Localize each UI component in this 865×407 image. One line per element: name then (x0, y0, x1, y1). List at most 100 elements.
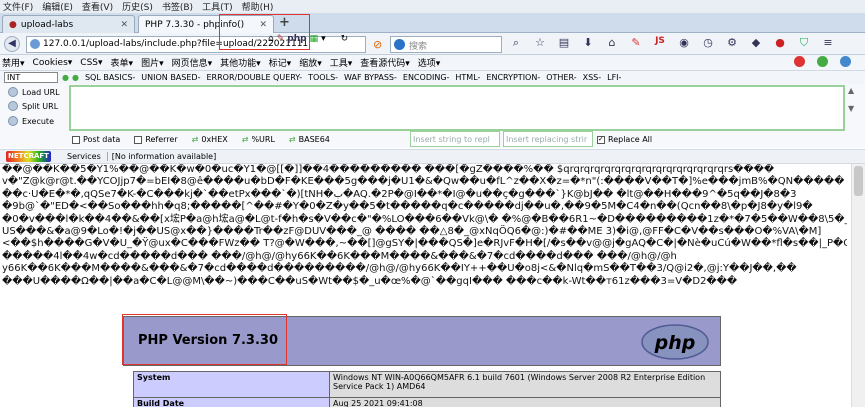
hackbar-menu-item[interactable]: XSS- (583, 73, 602, 82)
hackbar-options-row: Post data Referrer ⇄ 0xHEX ⇄ %URL ⇄ BASE… (72, 133, 344, 146)
table-row: System Windows NT WIN-A0Q66QM5AFR 6.1 bu… (133, 371, 721, 398)
url-encode-button[interactable]: %URL (251, 135, 274, 144)
hackbar-dot2-icon: ● (71, 73, 79, 82)
page-content: ��@��K��5�Y1%��@��K�w�0�uc�Y1�@[[�]]��4�… (0, 164, 865, 407)
hex-button[interactable]: 0xHEX (201, 135, 227, 144)
extension-icon[interactable]: ◉ (675, 36, 693, 50)
webdev-toolbar-item[interactable]: Cookies▾ (33, 58, 73, 68)
split-url-button[interactable]: Split URL (8, 101, 58, 111)
webdev-toolbar-item[interactable]: 工具▾ (330, 56, 353, 69)
hackbar-menu-item[interactable]: TOOLS- (308, 73, 338, 82)
ok-icon[interactable] (817, 56, 828, 67)
error-icon[interactable] (794, 56, 805, 67)
webdev-toolbar-item[interactable]: 网页信息▾ (172, 56, 213, 69)
back-icon[interactable]: ◀ (4, 36, 20, 52)
info-icon[interactable] (840, 56, 851, 67)
hackbar-menu: INT ● ● SQL BASICS- UNION BASED- ERROR/DOU… (0, 71, 865, 84)
stop-icon[interactable]: ⊘ (373, 38, 382, 51)
annotation-box-version (122, 314, 287, 365)
menu-item[interactable]: 书签(B) (162, 0, 193, 13)
services-menu[interactable]: Services (67, 152, 101, 161)
hackbar-menu-item[interactable]: ENCRYPTION- (486, 73, 540, 82)
webdev-toolbar-item[interactable]: 表单▾ (111, 56, 134, 69)
tab-upload-labs[interactable]: ● upload-labs ✕ (2, 15, 135, 33)
webdev-toolbar-item[interactable]: 禁用▾ (2, 56, 25, 69)
webdev-toolbar-item[interactable]: 选项▾ (418, 56, 441, 69)
reload-icon[interactable]: ↻ (341, 34, 349, 44)
execute-button[interactable]: Execute (8, 116, 54, 126)
table-row: Build Date Aug 25 2021 09:41:08 (133, 397, 721, 407)
navigation-bar: ◀ 127.0.0.1/upload-labs/include.php?file… (0, 33, 865, 55)
insert-string-input[interactable]: Insert string to repl (410, 131, 500, 147)
pocket-icon[interactable]: ✎ (627, 36, 645, 50)
garbled-line: �0�v���l�k��4��&��[x㙆P�a@h㙆a@�L@t-f�h�s�… (2, 213, 847, 225)
menu-item[interactable]: 编辑(E) (42, 0, 73, 13)
menu-item[interactable]: 查看(V) (82, 0, 113, 13)
post-data-checkbox[interactable] (72, 135, 80, 144)
webdev-toolbar-item[interactable]: CSS▾ (80, 58, 102, 68)
web-developer-toolbar: 禁用▾ Cookies▾ CSS▾ 表单▾ 图片▾ 网页信息▾ 其他功能▾ 标记▾ 缩放▾ 工具▾… (0, 55, 865, 71)
shield-icon[interactable]: ⛉ (795, 36, 813, 50)
hackbar-menu-item[interactable]: OTHER- (546, 73, 576, 82)
netcraft-bar: NETCRAFT Services [No information availa… (0, 149, 865, 164)
bookmarks-icon[interactable]: ▤ (555, 36, 573, 50)
home-button-icon[interactable]: ⌂ (603, 36, 621, 50)
load-url-button[interactable]: Load URL (8, 87, 60, 97)
replace-all-row: Replace All (597, 133, 652, 146)
referrer-label: Referrer (145, 135, 178, 144)
hackbar-menu-item[interactable]: ERROR/DOUBLE QUERY- (206, 73, 302, 82)
hackbar-menu-item[interactable]: SQL BASICS- (85, 73, 135, 82)
hackbar-menu-item[interactable]: LFI- (607, 73, 621, 82)
hackbar-menu-item[interactable]: HTML- (455, 73, 480, 82)
search-icon[interactable]: ⌕ (507, 36, 525, 50)
garbled-line: y66K��6K���M����&���&�7�cd����d���������… (2, 263, 797, 275)
garbled-line: �9b@`�"ED�<��So���hh�q8;�����[^��#�Y�0�Z… (2, 201, 813, 213)
netcraft-info: [No information available] (106, 152, 216, 161)
globe-icon (30, 39, 40, 49)
base64-button[interactable]: BASE64 (299, 135, 330, 144)
table-key: System (133, 371, 330, 398)
garbled-line: ���U����Ω��|��a�C�L@@M\��~)���C��uS�Wt��… (2, 275, 738, 287)
windows-icon[interactable]: ▦ (310, 34, 319, 44)
webdev-toolbar-item[interactable]: 缩放▾ (299, 56, 322, 69)
tab-close-icon[interactable]: ✕ (120, 20, 128, 30)
php-logo-icon[interactable]: php (640, 323, 710, 361)
replace-all-checkbox[interactable] (597, 135, 605, 144)
page-scrollbar[interactable] (851, 164, 865, 407)
bookmark-star-icon[interactable]: ☆ (531, 36, 549, 50)
webdev-toolbar-item[interactable]: 图片▾ (141, 56, 164, 69)
addon-icon[interactable]: ◆ (747, 36, 765, 50)
webdev-toolbar-item[interactable]: 查看源代码▾ (360, 56, 410, 69)
webdev-toolbar-item[interactable]: 其他功能▾ (220, 56, 261, 69)
download-icon[interactable]: ⬇ (579, 36, 597, 50)
hackbar-url-textarea[interactable] (69, 85, 845, 131)
abp-icon[interactable]: ● (771, 36, 789, 50)
url-arrows-icon: ⇄ (241, 135, 249, 144)
dropdown-icon[interactable]: ▾ (321, 34, 326, 44)
netcraft-logo[interactable]: NETCRAFT (6, 151, 51, 162)
hackbar-menu-item[interactable]: WAF BYPASS- (344, 73, 397, 82)
injection-type-select[interactable]: INT (4, 72, 58, 83)
split-url-label: Split URL (22, 101, 59, 111)
hackbar-menu-item[interactable]: UNION BASED- (141, 73, 200, 82)
tab-favicon-icon: ● (9, 19, 17, 30)
post-data-label: Post data (83, 135, 121, 144)
gear-icon[interactable]: ⚙ (723, 36, 741, 50)
menu-item[interactable]: 文件(F) (3, 0, 33, 13)
scrollbar-thumb[interactable] (854, 166, 863, 196)
menu-item[interactable]: 帮助(H) (242, 0, 274, 13)
translate-icon[interactable]: ◷ (699, 36, 717, 50)
menu-icon[interactable]: ≡ (819, 36, 837, 50)
js-icon[interactable]: JS (651, 36, 669, 50)
textarea-scrollbar[interactable]: ▲ ▼ (848, 86, 860, 132)
split-url-icon (8, 101, 18, 111)
menu-item[interactable]: 历史(S) (122, 0, 153, 13)
search-input[interactable]: 搜索 (390, 36, 502, 53)
replace-all-label[interactable]: Replace All (608, 135, 652, 144)
hackbar-menu-item[interactable]: ENCODING- (403, 73, 450, 82)
garbled-line: �����4l��4w�cd�����d��� ���/@h@/@hy66K��… (2, 250, 677, 262)
menu-item[interactable]: 工具(T) (202, 0, 233, 13)
webdev-toolbar-item[interactable]: 标记▾ (269, 56, 292, 69)
replace-string-input[interactable]: Insert replacing strir (503, 131, 593, 147)
referrer-checkbox[interactable] (134, 135, 143, 144)
